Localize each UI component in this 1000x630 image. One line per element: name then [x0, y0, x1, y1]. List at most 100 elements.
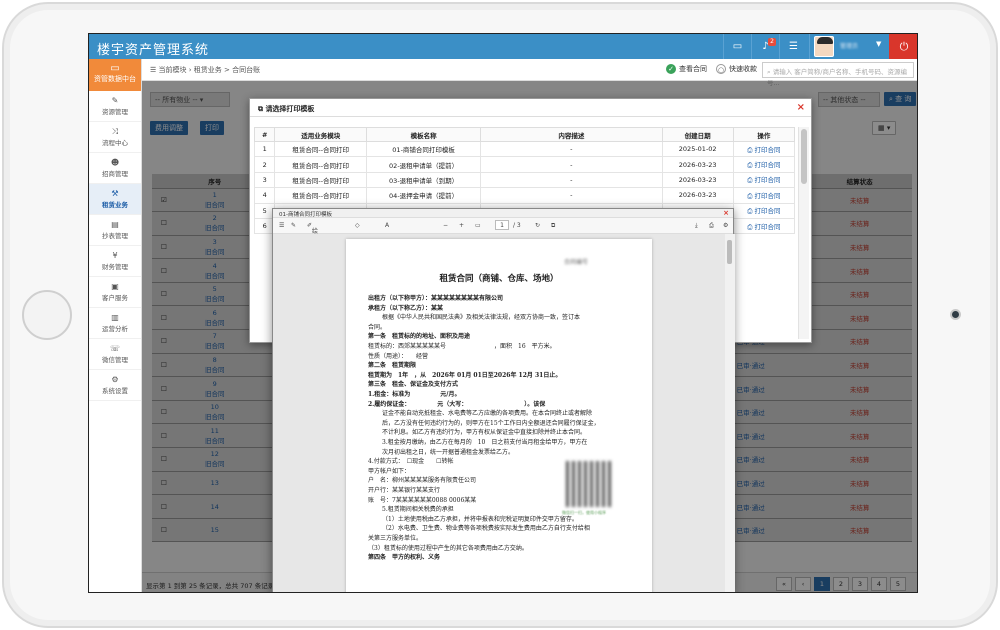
- modal-header-cell: 模板名称: [366, 127, 482, 142]
- print-contract-button[interactable]: ⎙ 打印合同: [732, 202, 796, 219]
- chart-icon: ▥: [111, 313, 119, 322]
- template-date: 2026-03-23: [661, 171, 734, 189]
- sidebar-item-1[interactable]: ⤨ 流程中心: [89, 122, 141, 153]
- contract-line: 账 号：7某某某某某某0088 0006某某: [368, 496, 477, 504]
- sidebar-item-5[interactable]: ¥ 财务管理: [89, 246, 141, 277]
- home-button[interactable]: [22, 290, 72, 340]
- camera-dot: [950, 309, 961, 320]
- sidebar-item-6[interactable]: ▣ 客户服务: [89, 277, 141, 308]
- page-number-input[interactable]: 1: [495, 220, 509, 230]
- template-row: 3 租赁合同--合同打印 03-退租申请单（到期） -2026-03-23 ⎙ 打印合同: [253, 171, 796, 189]
- power-icon[interactable]: ⏻: [889, 34, 917, 59]
- pdf-scrollbar[interactable]: [725, 234, 735, 592]
- app-title: 楼宇资产管理系统: [97, 43, 210, 58]
- print-icon[interactable]: ⎙: [709, 222, 714, 230]
- contract-line: 第一条 租赁标的的地址、面积及用途: [368, 333, 471, 341]
- sidebar-header[interactable]: ▭ 资管数据中台: [89, 59, 141, 91]
- template-module: 租赁合同--合同打印: [274, 171, 368, 189]
- bell-icon[interactable]: ♪ 2: [751, 34, 779, 59]
- qr-caption: 微信扫一扫，使用小程序: [562, 510, 606, 515]
- view-contract-link[interactable]: ✓ 查看合同: [666, 64, 707, 74]
- sidebar-item-label: 微信管理: [102, 356, 128, 364]
- breadcrumb-path: 租赁业务 > 合同台账: [193, 66, 261, 74]
- sidebar-item-9[interactable]: ⚙ 系统设置: [89, 370, 141, 401]
- sidebar-item-label: 资源管理: [102, 108, 128, 116]
- template-module: 租赁合同--合同打印: [274, 187, 368, 204]
- copy-icon: ⧉: [258, 105, 263, 113]
- template-date: 2025-01-02: [661, 140, 734, 158]
- template-desc: -: [480, 156, 663, 173]
- zoom-out-icon[interactable]: −: [443, 222, 448, 229]
- breadcrumb-home[interactable]: 当前模块: [159, 66, 187, 74]
- sidebar-item-7[interactable]: ▥ 运营分析: [89, 308, 141, 339]
- view-mode-icon[interactable]: ⧉: [551, 222, 555, 230]
- template-name: 04-退押金申请（提前）: [366, 187, 482, 204]
- sidebar-item-3[interactable]: ⚒ 租赁业务: [89, 184, 141, 215]
- pencil-icon: ✎: [111, 96, 119, 105]
- pdf-scroll-thumb[interactable]: [727, 240, 732, 264]
- sidebar-item-label: 租赁业务: [102, 201, 128, 209]
- print-contract-button[interactable]: ⎙ 打印合同: [732, 187, 796, 204]
- sidebar: ▭ 资管数据中台 ✎ 资源管理 ⤨ 流程中心 ☻ 招商管理 ⚒ 租赁业务 ▤ 抄表管理 ¥ 财务管理 ▣ 客…: [89, 59, 142, 592]
- contract-line: 第三条 租金、保证金及支付方式: [368, 381, 459, 389]
- avatar: [814, 36, 834, 57]
- scroll-thumb[interactable]: [801, 129, 807, 184]
- save-icon[interactable]: ⤓: [695, 222, 698, 230]
- pdf-viewer: 01-商铺合同打印模板× ☰ ✎ ✐ 绘制 ◇ A − + ▭ 1 / 3 ↻ …: [272, 208, 735, 592]
- sidebar-item-0[interactable]: ✎ 资源管理: [89, 91, 141, 122]
- eraser-icon[interactable]: ◇: [355, 222, 360, 229]
- sidebar-item-label: 系统设置: [102, 387, 128, 395]
- print-contract-button[interactable]: ⎙ 打印合同: [732, 171, 796, 189]
- template-index: 1: [253, 140, 276, 158]
- more-icon[interactable]: ⚙: [723, 222, 728, 229]
- sidebar-item-label: 客户服务: [102, 294, 128, 302]
- contract-line: 户 名：柳州某某某某服务有限责任公司: [368, 477, 477, 485]
- pdf-title-bar: 01-商铺合同打印模板 ×: [273, 209, 733, 218]
- sidebar-item-label: 财务管理: [102, 263, 128, 271]
- pdf-toolbar: ☰ ✎ ✐ 绘制 ◇ A − + ▭ 1 / 3 ↻ ⧉ ⤓ ⎙ ⚙: [273, 218, 733, 244]
- service-icon: ▣: [111, 282, 119, 291]
- contract-line: 第二条 租赁期限: [368, 362, 417, 370]
- user-name: 管理员: [840, 43, 859, 50]
- page-total: / 3: [513, 222, 521, 229]
- sidebar-item-4[interactable]: ▤ 抄表管理: [89, 215, 141, 246]
- user-menu[interactable]: 管理员 ▼: [809, 34, 885, 59]
- draw-button[interactable]: ✐ 绘制: [307, 222, 318, 244]
- contract-line: 出租方（以下称甲方）：某某某某某某某某有限公司: [368, 295, 504, 302]
- template-name: 03-退租申请单（到期）: [366, 171, 482, 189]
- close-icon[interactable]: ×: [797, 102, 805, 113]
- pdf-close-icon[interactable]: ×: [723, 209, 729, 217]
- fit-page-icon[interactable]: ▭: [475, 222, 481, 229]
- contract-line: 开户行：某某银行某某支行: [368, 487, 441, 494]
- sidebar-toggle-icon[interactable]: ☰: [279, 222, 284, 229]
- printer-icon: ⎙: [747, 207, 753, 216]
- contract-line: 4.付款方式： ☐现金 ☐转帐: [368, 458, 454, 466]
- contract-line: 后，乙方没有任何违约行为的，则甲方在15个工作日内全额退还合同履行保证金，: [382, 419, 600, 427]
- contract-number: 合同编号: [564, 259, 589, 266]
- contract-line: 5.租赁期间相关税费的承担: [382, 506, 454, 514]
- pdf-body: 合同编号 租赁合同（商铺、仓库、场地） 出租方（以下称甲方）：某某某某某某某某有…: [273, 234, 735, 592]
- quick-search-input[interactable]: ⌕ 请输入 客户简称/商户名称、手机号码、资源编号...: [762, 62, 914, 87]
- highlight-icon[interactable]: ✎: [291, 222, 296, 229]
- modal-header-cell: 适用业务模块: [274, 127, 368, 142]
- text-icon[interactable]: A: [385, 222, 389, 229]
- template-name: 02-退租申请单（提前）: [366, 156, 482, 173]
- print-contract-button[interactable]: ⎙ 打印合同: [732, 140, 796, 158]
- print-contract-button[interactable]: ⎙ 打印合同: [732, 156, 796, 173]
- fast-payment-link[interactable]: ○ 快速收款: [716, 64, 757, 74]
- fast-payment-label: 快速收款: [729, 65, 757, 73]
- sidebar-item-2[interactable]: ☻ 招商管理: [89, 153, 141, 184]
- rotate-icon[interactable]: ↻: [535, 222, 540, 229]
- template-index: 2: [253, 156, 276, 173]
- modal-scrollbar[interactable]: [798, 127, 809, 339]
- chat-icon: ☏: [109, 344, 120, 353]
- contract-line: 合同。: [368, 323, 387, 331]
- zoom-in-icon[interactable]: +: [459, 222, 464, 229]
- sidebar-item-8[interactable]: ☏ 微信管理: [89, 339, 141, 370]
- contract-line: 第四条 甲方的权利、义务: [368, 554, 441, 562]
- menu-icon[interactable]: ☰: [779, 34, 807, 59]
- check-icon: ✓: [666, 64, 676, 74]
- monitor-icon[interactable]: ▭: [723, 34, 751, 59]
- sidebar-item-label: 招商管理: [102, 170, 128, 178]
- print-contract-button[interactable]: ⎙ 打印合同: [732, 217, 796, 235]
